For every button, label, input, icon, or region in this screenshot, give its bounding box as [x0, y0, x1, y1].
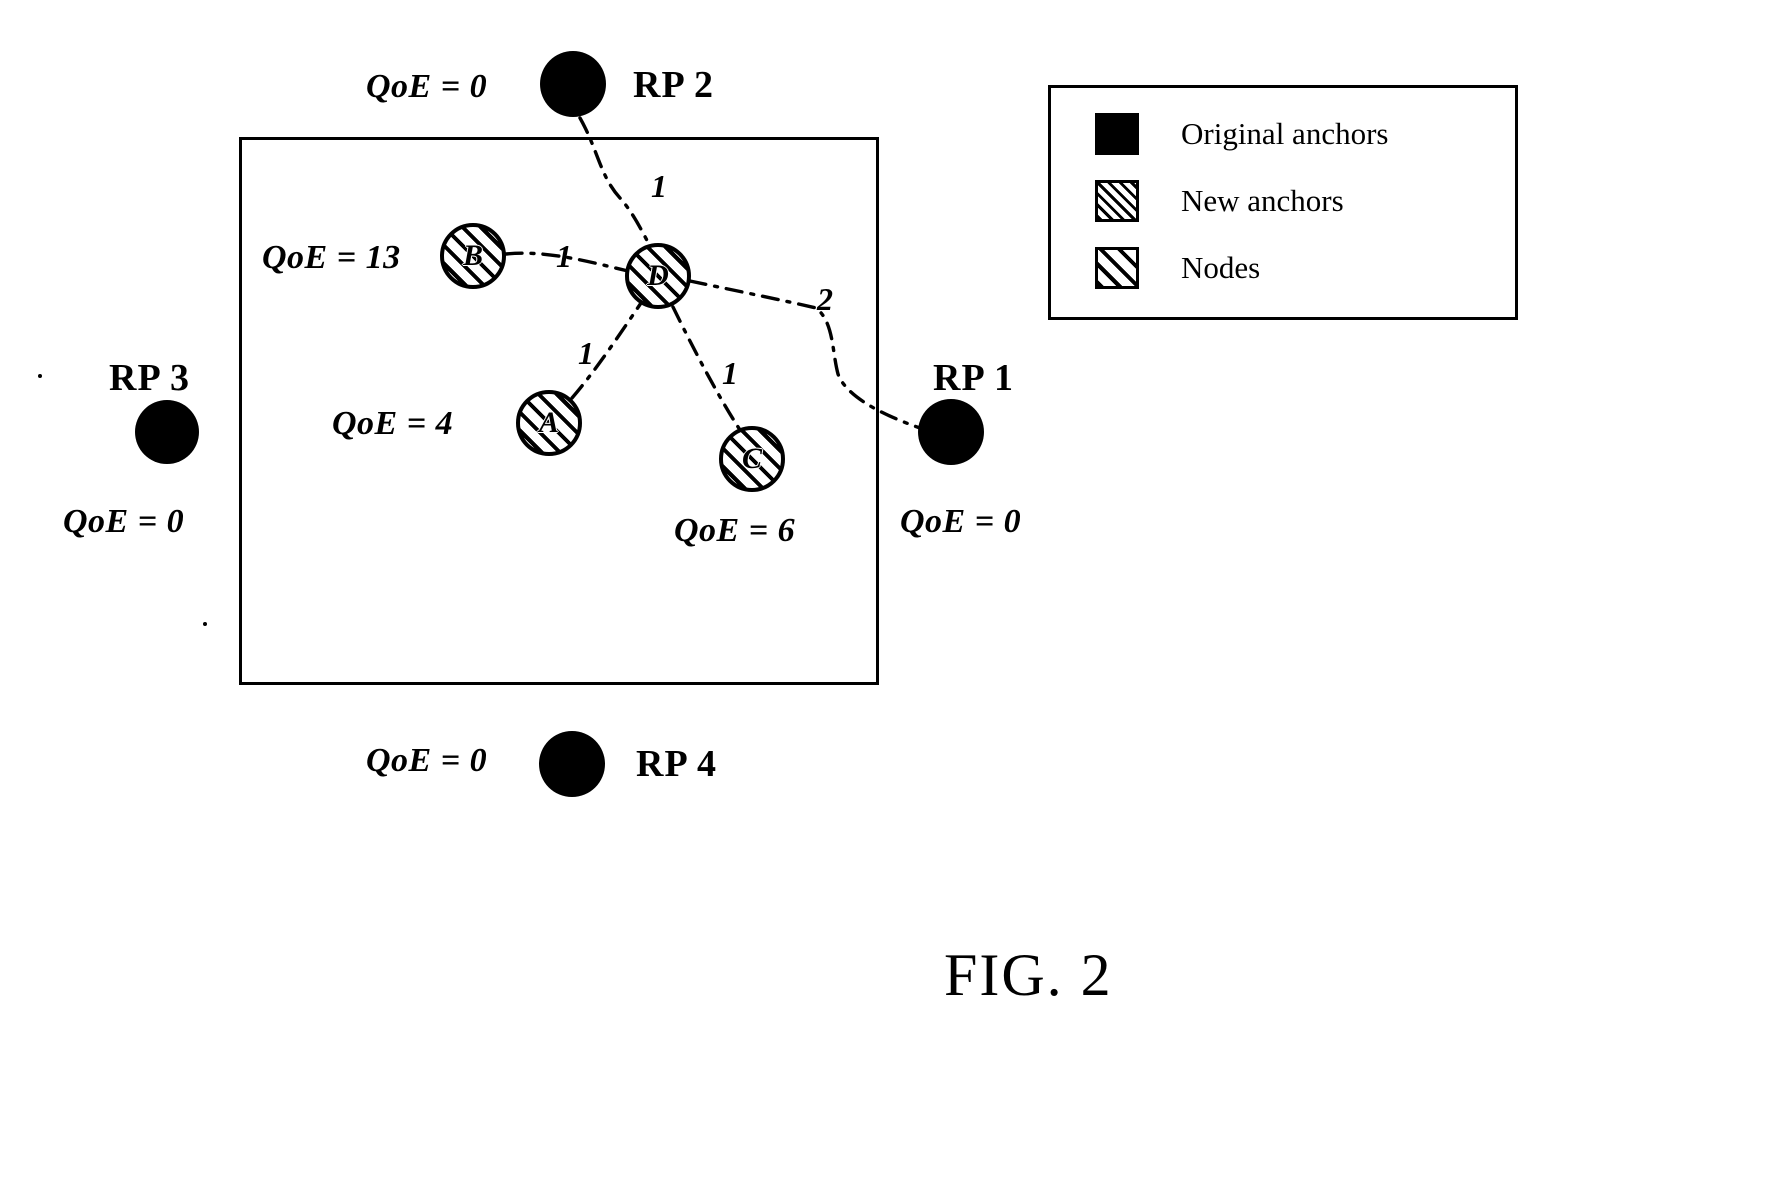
node-d: D	[625, 243, 691, 309]
node-c-qoe: QoE = 6	[674, 512, 796, 549]
anchor-rp1	[918, 399, 984, 465]
scan-speck	[203, 622, 207, 626]
node-b-label: B	[462, 239, 483, 272]
coarse-hatched-square-icon	[1095, 247, 1139, 289]
solid-black-square-icon	[1095, 113, 1139, 155]
node-b-qoe: QoE = 13	[262, 239, 401, 276]
fine-hatched-square-icon	[1095, 180, 1139, 222]
legend-item-nodes-label: Nodes	[1181, 250, 1261, 285]
anchor-rp3-qoe: QoE = 0	[63, 503, 185, 540]
node-a-qoe: QoE = 4	[332, 405, 454, 442]
link-a-d-weight: 1	[578, 335, 594, 371]
node-b: B	[440, 223, 506, 289]
legend-item-original-anchors: Original anchors	[1095, 113, 1388, 155]
node-a-label: A	[538, 406, 559, 439]
node-a: A	[516, 390, 582, 456]
anchor-rp4-qoe: QoE = 0	[366, 742, 488, 779]
figure-caption: FIG. 2	[944, 942, 1113, 1008]
legend-item-nodes: Nodes	[1095, 247, 1260, 289]
anchor-rp2-name: RP 2	[633, 64, 715, 106]
anchor-rp1-name: RP 1	[933, 357, 1015, 399]
link-b-d-weight: 1	[556, 238, 572, 274]
link-rp2-d-weight: 1	[651, 168, 667, 204]
legend-item-original-anchors-label: Original anchors	[1181, 116, 1389, 151]
link-d-rp1-weight: 2	[817, 281, 833, 317]
anchor-rp2	[540, 51, 606, 117]
scan-speck	[38, 374, 42, 378]
node-c-label: C	[741, 442, 762, 475]
link-d-c-weight: 1	[722, 355, 738, 391]
anchor-rp3-name: RP 3	[109, 357, 191, 399]
node-c: C	[719, 426, 785, 492]
anchor-rp4	[539, 731, 605, 797]
anchor-rp1-qoe: QoE = 0	[900, 503, 1022, 540]
legend: Original anchors New anchors Nodes	[1048, 85, 1518, 320]
anchor-rp4-name: RP 4	[636, 743, 718, 785]
figure-page: B D A C RP 2 RP 3 RP 1 RP 4 QoE = 0 QoE …	[0, 0, 1770, 1196]
legend-item-new-anchors-label: New anchors	[1181, 183, 1344, 218]
node-d-label: D	[647, 259, 669, 292]
anchor-rp3	[135, 400, 199, 464]
anchor-rp2-qoe: QoE = 0	[366, 68, 488, 105]
legend-item-new-anchors: New anchors	[1095, 180, 1344, 222]
